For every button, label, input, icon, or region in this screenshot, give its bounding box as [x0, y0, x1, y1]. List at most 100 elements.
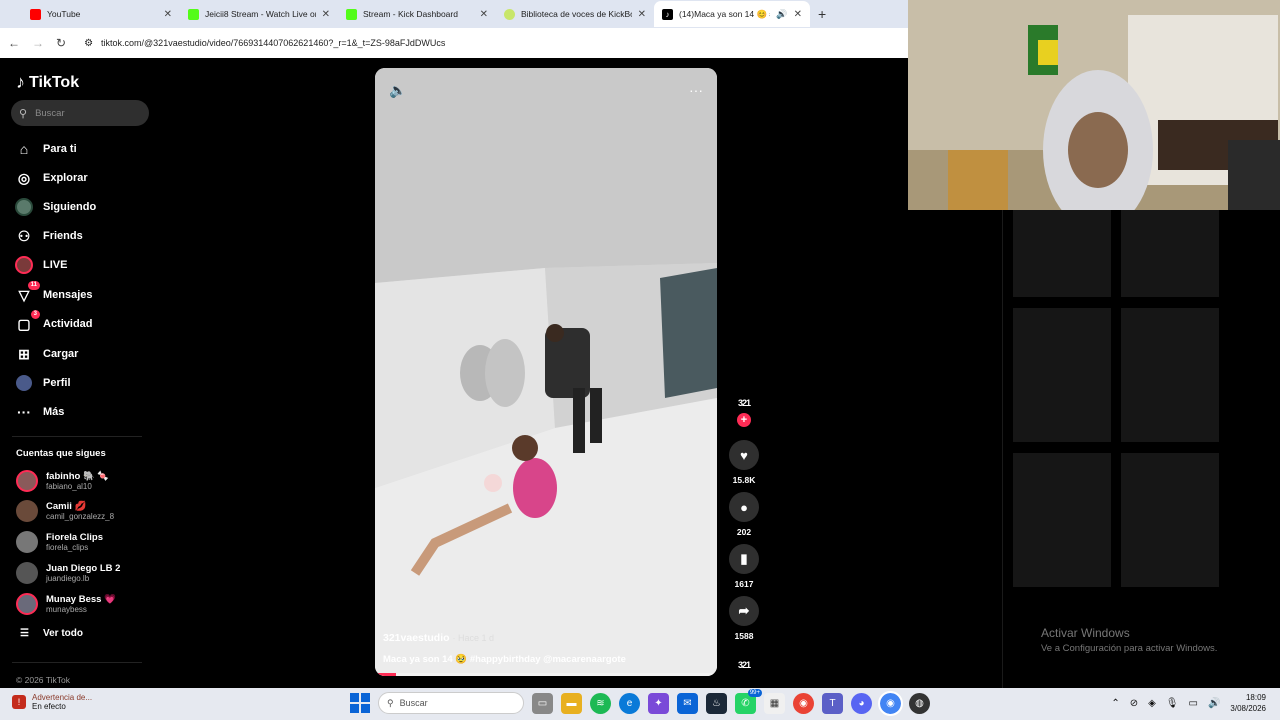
see-all-label: Ver todo [42, 628, 83, 639]
nav-mensajes[interactable]: ▽ 11 Mensajes [15, 281, 155, 306]
nav-perfil[interactable]: Perfil [15, 372, 155, 394]
taskbar-notification[interactable]: ! Advertencia de... En efecto [12, 693, 92, 711]
whatsapp-icon[interactable]: ✆ 99+ [735, 688, 762, 714]
nav-siguiendo[interactable]: Siguiendo [15, 196, 155, 218]
start-button[interactable] [350, 693, 370, 713]
clock[interactable]: 18:09 3/08/2026 [1230, 692, 1266, 714]
reload-icon[interactable]: ↻ [56, 36, 66, 50]
save-button[interactable]: ▮ 1617 [727, 544, 761, 589]
volume-icon[interactable]: 🔊 [1208, 698, 1220, 709]
upload-icon: ⊞ [18, 345, 30, 362]
follow-plus-icon[interactable]: + [737, 413, 751, 427]
comment-button[interactable]: ● 202 [727, 492, 761, 537]
discord-icon[interactable]: ◕ [851, 692, 872, 714]
tab-kick-dashboard[interactable]: Stream - Kick Dashboard ✕ [338, 1, 496, 27]
tab-title: Biblioteca de voces de KickBot [521, 9, 632, 19]
windows-taskbar: ! Advertencia de... En efecto ⚲ Buscar ▭… [0, 688, 1280, 720]
more-icon: ··· [17, 404, 31, 420]
speaker-icon[interactable]: 🔊 [776, 9, 787, 20]
grid-placeholder [1013, 453, 1111, 587]
new-tab-button[interactable]: + [818, 6, 826, 22]
following-section-title: Cuentas que sigues [16, 448, 106, 459]
browser-tab-strip: YouTube ✕ Jeicii8 Stream - Watch Live on… [0, 0, 908, 28]
spotify-icon[interactable]: ≋ [590, 692, 611, 714]
obs-icon[interactable]: ◍ [909, 692, 930, 714]
back-icon[interactable]: ← [8, 36, 20, 50]
following-account[interactable]: Camii 💋 camil_gonzalezz_8 [16, 500, 114, 522]
nav-friends[interactable]: ⚇ Friends [15, 225, 155, 247]
tiktok-logo[interactable]: ♪ TikTok [16, 72, 79, 93]
like-button[interactable]: ♥ 15.8K [727, 440, 761, 485]
kick-icon [188, 8, 199, 20]
close-icon[interactable]: ✕ [480, 9, 488, 20]
avatar [16, 593, 38, 615]
file-explorer-icon[interactable]: ▬ [561, 692, 582, 714]
account-handle: munaybess [46, 605, 87, 614]
copilot-icon[interactable]: ✦ [648, 692, 669, 714]
grid-placeholder [1013, 308, 1111, 442]
nav-para-ti[interactable]: ⌂ Para ti [15, 138, 155, 160]
tab-youtube[interactable]: YouTube ✕ [22, 1, 180, 27]
steam-icon[interactable]: ♨ [706, 692, 727, 714]
following-account[interactable]: Juan Diego LB 2 juandiego.lb [16, 562, 120, 584]
address-bar: ← → ↻ ⚙ tiktok.com/@321vaestudio/video/7… [0, 28, 908, 58]
chevron-up-icon[interactable]: ⌃ [1111, 698, 1119, 709]
volume-icon[interactable]: 🔈 [389, 82, 406, 99]
warning-subtitle: En efecto [32, 702, 66, 711]
more-options-icon[interactable]: ··· [689, 82, 703, 99]
bookmark-icon: ▮ [729, 544, 759, 574]
nav-mas[interactable]: ··· Más [15, 401, 155, 423]
see-all-link[interactable]: ☰ Ver todo [20, 628, 83, 639]
close-icon[interactable]: ✕ [638, 9, 646, 20]
following-account[interactable]: Munay Bess 💗 munaybess [16, 593, 116, 615]
nav-live[interactable]: LIVE [15, 254, 155, 276]
close-icon[interactable]: ✕ [794, 9, 802, 20]
creator-avatar-button[interactable]: 321 + [727, 392, 761, 427]
video-player[interactable]: 🔈 ··· 321vaestudio · Hace 1 d Maca ya so… [375, 68, 717, 676]
vpn-icon[interactable]: ◈ [1148, 698, 1156, 709]
video-username[interactable]: 321vaestudio [383, 632, 450, 644]
close-icon[interactable]: ✕ [164, 9, 172, 20]
url-field[interactable]: ⚙ tiktok.com/@321vaestudio/video/7669314… [84, 38, 445, 49]
video-frame [375, 68, 717, 676]
account-handle: camil_gonzalezz_8 [46, 512, 115, 521]
site-info-icon[interactable]: ⚙ [84, 38, 93, 49]
share-count: 1588 [734, 631, 754, 641]
comment-count: 202 [736, 527, 752, 537]
display-icon[interactable]: ▭ [1189, 698, 1198, 709]
youtube-icon [30, 8, 41, 20]
sound-disc[interactable]: 321 [727, 654, 761, 676]
tab-kick-stream[interactable]: Jeicii8 Stream - Watch Live on Kick ✕ [180, 1, 338, 27]
tab-kickbot-voices[interactable]: Biblioteca de voces de KickBot ✕ [496, 1, 654, 27]
chrome-icon[interactable]: ◉ [793, 692, 814, 714]
store-icon[interactable]: ▦ [764, 692, 785, 714]
like-count: 15.8K [732, 475, 756, 485]
video-author[interactable]: 321vaestudio · Hace 1 d [383, 632, 494, 644]
taskbar-search[interactable]: ⚲ Buscar [378, 692, 524, 714]
search-icon: ⚲ [19, 107, 28, 120]
no-network-icon[interactable]: ⊘ [1130, 698, 1138, 709]
tab-tiktok-active[interactable]: ♪ (14)Maca ya son 14 😊 #happybirthday 🔊 … [654, 1, 810, 27]
watermark-line2: Ve a Configuración para activar Windows. [1041, 643, 1218, 654]
progress-bar[interactable] [375, 673, 717, 676]
url-text[interactable]: tiktok.com/@321vaestudio/video/766931440… [101, 38, 445, 48]
close-icon[interactable]: ✕ [322, 9, 330, 20]
nav-actividad[interactable]: ▢ 3 Actividad [15, 310, 155, 335]
kickbot-icon [504, 8, 515, 20]
webcam-overlay [908, 0, 1280, 210]
following-account[interactable]: fabinho 🐘 🍬 fabiano_al10 [16, 470, 109, 492]
grid-placeholder [1121, 210, 1219, 297]
nav-explorar[interactable]: ◎ Explorar [15, 167, 155, 189]
task-view-icon[interactable]: ▭ [532, 692, 553, 714]
forward-icon[interactable]: → [32, 36, 44, 50]
search-input[interactable]: ⚲ Buscar [11, 100, 149, 126]
chrome-active-icon[interactable]: ◉ [878, 690, 903, 716]
microphone-icon[interactable]: 🎙 [1166, 698, 1179, 709]
nav-cargar[interactable]: ⊞ Cargar [15, 343, 155, 365]
teams-icon[interactable]: T [822, 692, 843, 714]
live-icon [15, 256, 33, 274]
edge-icon[interactable]: e [619, 692, 640, 714]
following-account[interactable]: Fiorela Clips fiorela_clips [16, 531, 103, 553]
share-button[interactable]: ➦ 1588 [727, 596, 761, 641]
outlook-icon[interactable]: ✉ [677, 692, 698, 714]
